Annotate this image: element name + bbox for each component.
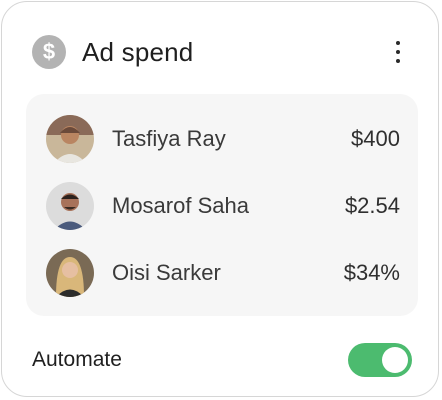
list-item[interactable]: Tasfiya Ray $400	[46, 114, 400, 164]
amount-value: $2.54	[344, 193, 400, 218]
card-header: $ Ad spend	[32, 33, 410, 71]
avatar	[46, 182, 94, 230]
person-name: Mosarof Saha	[112, 193, 249, 218]
list-item[interactable]: Oisi Sarker $34%	[46, 248, 400, 298]
person-name: Tasfiya Ray	[112, 126, 226, 151]
card-title: Ad spend	[82, 36, 194, 67]
amount-value: $400	[351, 126, 400, 151]
automate-row: Automate	[32, 342, 412, 378]
amount-value: $34%	[343, 260, 400, 285]
list-item[interactable]: Mosarof Saha $2.54	[46, 181, 400, 231]
dollar-icon: $	[32, 35, 66, 69]
more-vertical-icon[interactable]	[386, 35, 410, 69]
automate-label: Automate	[32, 348, 122, 371]
toggle-knob	[382, 347, 408, 373]
ad-spend-card: $ Ad spend Tasfiya Ray $400 Mosarof Saha…	[1, 1, 439, 397]
avatar	[46, 115, 94, 163]
avatar	[46, 249, 94, 297]
person-name: Oisi Sarker	[112, 260, 221, 285]
spend-list: Tasfiya Ray $400 Mosarof Saha $2.54 Oisi…	[26, 94, 418, 316]
automate-toggle[interactable]	[348, 343, 412, 377]
